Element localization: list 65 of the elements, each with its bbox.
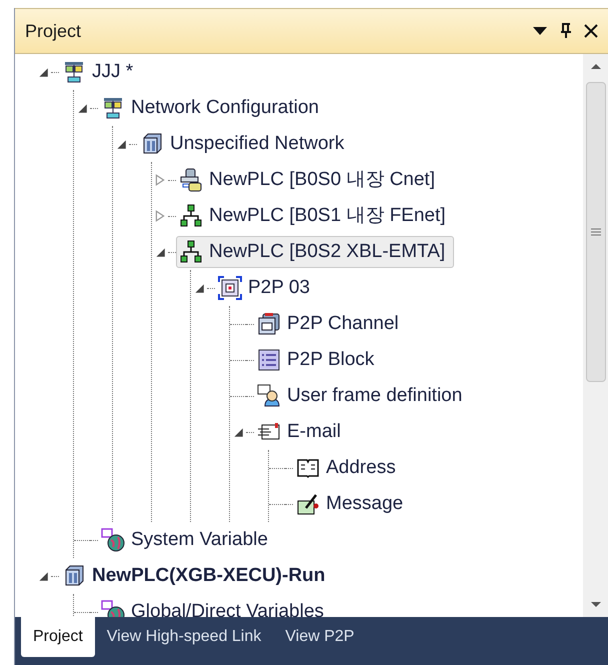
variable-globe-icon xyxy=(101,528,125,552)
close-icon[interactable] xyxy=(584,24,598,38)
tree-item-label: Unspecified Network xyxy=(170,132,344,156)
expanded-arrow-icon[interactable] xyxy=(76,102,88,114)
scroll-thumb[interactable] xyxy=(586,82,606,382)
tree-item[interactable]: P2P Block xyxy=(254,344,384,376)
tree-item-label: JJJ * xyxy=(92,60,134,84)
scroll-down-icon[interactable] xyxy=(590,601,602,609)
panel-title: Project xyxy=(25,20,82,43)
dropdown-icon[interactable] xyxy=(532,25,548,37)
list-icon xyxy=(257,348,281,372)
network-tree-icon xyxy=(179,204,203,228)
tree-item[interactable]: E-mail xyxy=(254,416,350,448)
tree-item-label: P2P Block xyxy=(287,348,374,372)
tab[interactable]: View P2P xyxy=(273,617,366,657)
tree-item-label: User frame definition xyxy=(287,384,462,408)
tree-item[interactable]: System Variable xyxy=(98,524,277,556)
tree-item-label: Message xyxy=(326,492,404,516)
expanded-arrow-icon[interactable] xyxy=(115,138,127,150)
tree-item[interactable]: User frame definition xyxy=(254,380,472,412)
tree-item[interactable]: Message xyxy=(293,488,412,520)
tree-item[interactable]: Address xyxy=(293,452,405,484)
network-config-icon xyxy=(101,96,125,120)
tree-item-label: Network Configuration xyxy=(131,96,319,120)
tree-item-label: NewPLC [B0S0 내장 Cnet] xyxy=(209,168,435,192)
tree-item[interactable]: Unspecified Network xyxy=(137,128,354,160)
serial-device-icon xyxy=(179,168,203,192)
expanded-arrow-icon[interactable] xyxy=(154,246,166,258)
tab[interactable]: View High-speed Link xyxy=(94,617,274,657)
tree-item-label: E-mail xyxy=(287,420,341,444)
tree-item[interactable]: Global/Direct Variables xyxy=(98,596,333,617)
tree-item[interactable]: Network Configuration xyxy=(98,92,328,124)
tree-item-label: Global/Direct Variables xyxy=(131,600,324,617)
tree-item[interactable]: P2P 03 xyxy=(215,272,319,304)
collapsed-arrow-icon[interactable] xyxy=(154,174,166,186)
user-chat-icon xyxy=(257,384,281,408)
variable-globe-icon xyxy=(101,600,125,617)
tree-item-label: System Variable xyxy=(131,528,268,552)
expanded-arrow-icon[interactable] xyxy=(37,570,49,582)
tree-item-label: P2P Channel xyxy=(287,312,399,336)
tree-item[interactable]: NewPLC [B0S0 내장 Cnet] xyxy=(176,164,444,196)
tab[interactable]: Project xyxy=(21,617,95,657)
tree-item[interactable]: NewPLC [B0S2 XBL-EMTA] xyxy=(176,236,454,268)
channel-icon xyxy=(257,312,281,336)
tree-item[interactable]: NewPLC [B0S1 내장 FEnet] xyxy=(176,200,455,232)
tree-item-label: NewPLC [B0S2 XBL-EMTA] xyxy=(209,240,446,264)
tree-item[interactable]: JJJ * xyxy=(59,56,142,88)
message-pen-icon xyxy=(296,492,320,516)
tree-item[interactable]: P2P Channel xyxy=(254,308,408,340)
tree-item-label: Address xyxy=(326,456,396,480)
network-tree-icon xyxy=(179,240,203,264)
grip-icon xyxy=(590,227,600,237)
tree-item-label: NewPLC [B0S1 내장 FEnet] xyxy=(209,204,446,228)
expanded-arrow-icon[interactable] xyxy=(37,66,49,78)
scrollbar[interactable] xyxy=(583,54,608,617)
tree-item-label: P2P 03 xyxy=(248,276,310,300)
scroll-up-icon[interactable] xyxy=(590,62,602,70)
tree-item[interactable]: NewPLC(XGB-XECU)-Run xyxy=(59,560,334,592)
expanded-arrow-icon[interactable] xyxy=(232,426,244,438)
network-config-icon xyxy=(62,60,86,84)
pin-icon[interactable] xyxy=(560,23,572,39)
target-frame-icon xyxy=(218,276,242,300)
tree-item-label: NewPLC(XGB-XECU)-Run xyxy=(92,564,326,588)
expanded-arrow-icon[interactable] xyxy=(193,282,205,294)
collapsed-arrow-icon[interactable] xyxy=(154,210,166,222)
